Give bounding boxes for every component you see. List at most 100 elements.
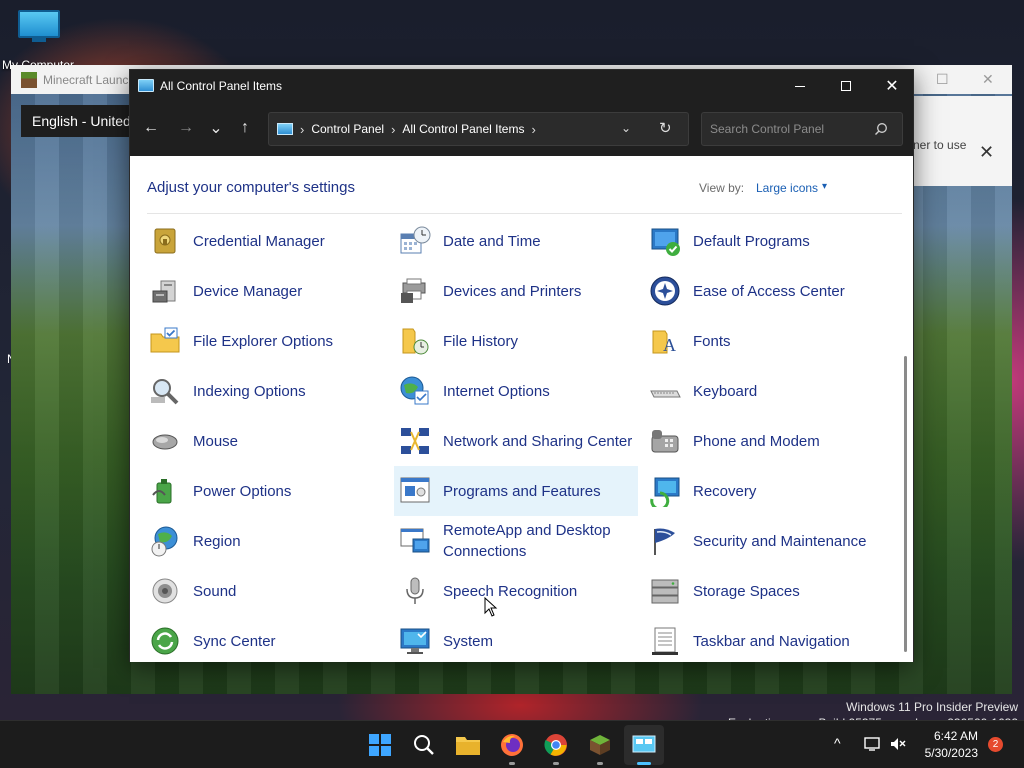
item-keyboard[interactable]: Keyboard — [644, 366, 888, 416]
item-label: Region — [193, 532, 241, 550]
chrome-taskbar-button[interactable] — [540, 729, 572, 765]
minimize-button[interactable] — [777, 70, 823, 102]
address-bar[interactable]: › Control Panel › All Control Panel Item… — [268, 112, 689, 146]
item-remoteapp-and-desktop-connections[interactable]: RemoteApp and Desktop Connections — [394, 516, 638, 566]
item-phone-and-modem[interactable]: Phone and Modem — [644, 416, 888, 466]
item-label: Network and Sharing Center — [443, 432, 633, 450]
desktop-icon-my-computer[interactable] — [16, 10, 62, 44]
item-date-and-time[interactable]: Date and Time — [394, 216, 638, 266]
start-icon — [369, 734, 391, 756]
item-file-history[interactable]: File History — [394, 316, 638, 366]
minecraft-banner-text: ner to use — [913, 138, 967, 152]
notification-badge[interactable]: 2 — [988, 737, 1003, 752]
content-area: Adjust your computer's settings View by:… — [130, 156, 913, 662]
minecraft-close-icon[interactable]: ✕ — [982, 71, 994, 88]
item-speech-recognition[interactable]: Speech Recognition — [394, 566, 638, 616]
navigation-bar: ← → ⌄ ↑ › Control Panel › All Control Pa… — [130, 102, 913, 156]
region-icon — [148, 524, 182, 558]
forward-arrow-icon: → — [178, 119, 194, 136]
recent-locations-button[interactable]: ⌄ — [202, 114, 230, 142]
minecraft-grass-icon — [21, 71, 37, 88]
item-label: File Explorer Options — [193, 332, 334, 350]
file-explorer-options-icon — [148, 324, 182, 358]
power-options-icon — [148, 474, 182, 508]
view-by-dropdown[interactable]: Large icons — [756, 181, 818, 195]
item-default-programs[interactable]: Default Programs — [644, 216, 888, 266]
minimize-icon — [795, 85, 805, 87]
breadcrumb-all-items[interactable]: All Control Panel Items — [402, 122, 524, 136]
search-box[interactable] — [701, 112, 903, 146]
item-credential-manager[interactable]: Credential Manager — [144, 216, 388, 266]
view-by-caret-icon[interactable]: ▾ — [822, 181, 827, 192]
firefox-icon — [501, 734, 523, 756]
item-sync-center[interactable]: Sync Center — [144, 616, 388, 662]
watermark-line-1: Windows 11 Pro Insider Preview — [846, 700, 1018, 714]
active-indicator — [637, 762, 651, 765]
item-taskbar-and-navigation[interactable]: Taskbar and Navigation — [644, 616, 888, 662]
item-storage-spaces[interactable]: Storage Spaces — [644, 566, 888, 616]
up-button[interactable]: ↑ — [231, 114, 259, 142]
refresh-icon[interactable]: ↻ — [659, 119, 672, 137]
storage-spaces-icon — [648, 574, 682, 608]
forward-button[interactable]: → — [172, 114, 200, 142]
network-icon[interactable] — [864, 736, 882, 752]
item-system[interactable]: System — [394, 616, 638, 662]
volume-muted-icon[interactable] — [890, 737, 906, 751]
item-label: Internet Options — [443, 382, 550, 400]
item-programs-and-features[interactable]: Programs and Features — [394, 466, 638, 516]
close-icon: ✕ — [885, 78, 899, 95]
item-label: Sound — [193, 582, 237, 600]
search-input[interactable] — [702, 113, 872, 145]
item-power-options[interactable]: Power Options — [144, 466, 388, 516]
item-indexing-options[interactable]: Indexing Options — [144, 366, 388, 416]
back-button[interactable]: ← — [137, 114, 165, 142]
start-button[interactable] — [364, 729, 396, 761]
item-security-and-maintenance[interactable]: Security and Maintenance — [644, 516, 888, 566]
view-by-label: View by: — [699, 181, 745, 195]
mouse-icon — [148, 424, 182, 458]
minecraft-banner-close-icon[interactable]: ✕ — [979, 142, 994, 163]
maximize-button[interactable] — [823, 70, 869, 102]
item-ease-of-access-center[interactable]: Ease of Access Center — [644, 266, 888, 316]
item-network-and-sharing-center[interactable]: Network and Sharing Center — [394, 416, 638, 466]
control-panel-taskbar-button[interactable] — [624, 725, 664, 765]
close-button[interactable]: ✕ — [869, 70, 915, 102]
item-label: Taskbar and Navigation — [693, 632, 850, 650]
network-sharing-icon — [398, 424, 432, 458]
minecraft-taskbar-button[interactable] — [584, 729, 616, 765]
mouse-cursor-icon — [484, 597, 498, 617]
breadcrumb-control-panel[interactable]: Control Panel — [311, 122, 384, 136]
item-label: Credential Manager — [193, 232, 325, 250]
scrollbar-thumb[interactable] — [904, 356, 907, 652]
item-internet-options[interactable]: Internet Options — [394, 366, 638, 416]
item-label: Recovery — [693, 482, 757, 500]
item-file-explorer-options[interactable]: File Explorer Options — [144, 316, 388, 366]
system-clock[interactable]: 6:42 AM 5/30/2023 — [920, 728, 978, 762]
item-sound[interactable]: Sound — [144, 566, 388, 616]
clock-time: 6:42 AM — [933, 729, 978, 743]
item-devices-and-printers[interactable]: Devices and Printers — [394, 266, 638, 316]
item-label: Keyboard — [693, 382, 758, 400]
item-region[interactable]: Region — [144, 516, 388, 566]
vertical-scrollbar[interactable] — [901, 222, 911, 662]
item-fonts[interactable]: A Fonts — [644, 316, 888, 366]
show-hidden-icons-chevron[interactable]: ^ — [834, 735, 841, 751]
running-indicator — [553, 762, 559, 765]
sound-icon — [148, 574, 182, 608]
search-taskbar-button[interactable] — [408, 729, 440, 761]
address-dropdown-icon[interactable]: ⌄ — [621, 121, 631, 135]
firefox-taskbar-button[interactable] — [496, 729, 528, 765]
window-titlebar[interactable]: All Control Panel Items ✕ — [130, 70, 913, 102]
item-label: Mouse — [193, 432, 239, 450]
item-mouse[interactable]: Mouse — [144, 416, 388, 466]
taskbar-navigation-icon — [648, 624, 682, 658]
item-label: Sync Center — [193, 632, 276, 650]
search-icon[interactable] — [874, 122, 888, 136]
devices-printers-icon — [398, 274, 432, 308]
minecraft-maximize-icon[interactable]: ☐ — [936, 71, 949, 88]
item-device-manager[interactable]: Device Manager — [144, 266, 388, 316]
item-label: Storage Spaces — [693, 582, 800, 600]
item-label: Devices and Printers — [443, 282, 582, 300]
item-recovery[interactable]: Recovery — [644, 466, 888, 516]
file-explorer-taskbar-button[interactable] — [452, 729, 484, 761]
